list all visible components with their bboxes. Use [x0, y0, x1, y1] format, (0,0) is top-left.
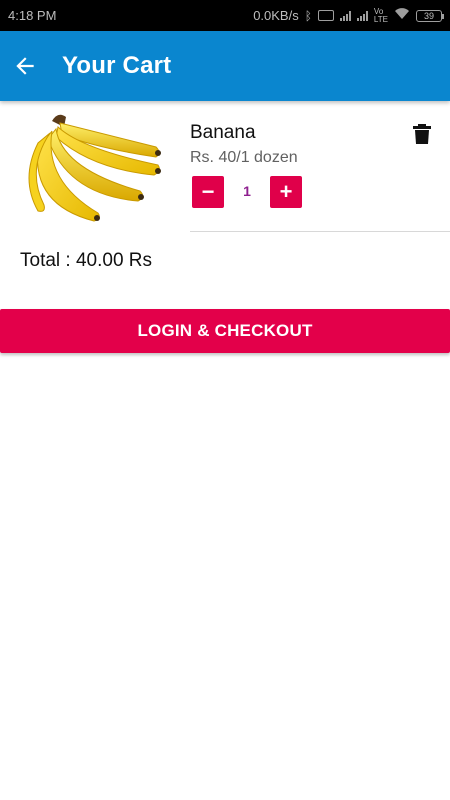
vibrate-icon: [317, 10, 334, 21]
quantity-value: 1: [243, 183, 251, 199]
item-divider: [190, 231, 450, 232]
signal-icon: [356, 10, 368, 21]
decrease-quantity-button[interactable]: −: [192, 176, 224, 208]
increase-quantity-button[interactable]: +: [270, 176, 302, 208]
trash-icon: [413, 124, 431, 144]
back-button[interactable]: [0, 41, 50, 91]
delete-item-button[interactable]: [410, 122, 434, 146]
arrow-back-icon: [16, 57, 34, 75]
wifi-icon: [394, 8, 410, 23]
network-speed: 0.0KB/s: [253, 8, 299, 23]
app-bar: Your Cart: [0, 31, 450, 101]
product-name: Banana: [190, 122, 256, 143]
battery-level: 39: [423, 10, 434, 21]
bluetooth-icon: ᛒ: [304, 8, 312, 23]
battery-icon: 39: [416, 9, 444, 22]
status-indicators: 0.0KB/s ᛒ Vo LTE 39: [253, 6, 444, 24]
login-checkout-button[interactable]: LOGIN & CHECKOUT: [0, 309, 450, 353]
banana-bunch-image: [22, 109, 168, 227]
status-bar: 4:18 PM 0.0KB/s ᛒ Vo LTE 39: [0, 0, 450, 31]
signal-icon: [339, 10, 351, 21]
volte-icon: Vo LTE: [373, 6, 388, 24]
page-title: Your Cart: [62, 52, 172, 79]
product-price: Rs. 40/1 dozen: [190, 149, 298, 166]
status-time: 4:18 PM: [8, 8, 57, 23]
cart-total: Total : 40.00 Rs: [20, 250, 153, 271]
